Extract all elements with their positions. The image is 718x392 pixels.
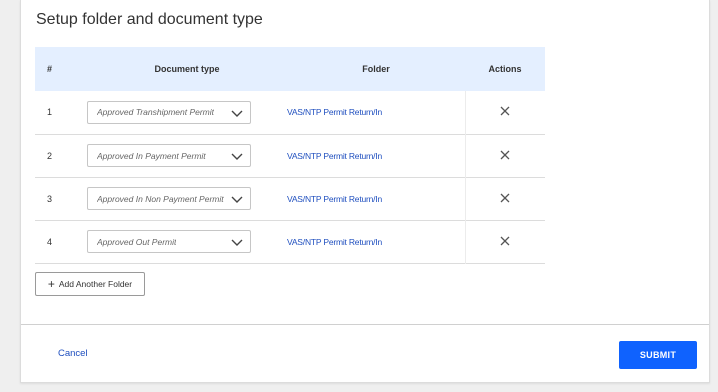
table-row: 1 Approved Transhipment Permit VAS/NTP P… xyxy=(35,91,545,134)
close-icon[interactable] xyxy=(500,193,510,203)
folder-link[interactable]: VAS/NTP Permit Return/In xyxy=(287,194,382,204)
document-type-select[interactable]: Approved In Payment Permit xyxy=(87,144,251,167)
header-folder: Folder xyxy=(362,64,390,74)
table-header-row: # Document type Folder Actions xyxy=(35,47,545,91)
folder-link[interactable]: VAS/NTP Permit Return/In xyxy=(287,237,382,247)
close-icon[interactable] xyxy=(500,236,510,246)
document-type-select[interactable]: Approved Out Permit xyxy=(87,230,251,253)
close-icon[interactable] xyxy=(500,106,510,116)
document-type-value: Approved Out Permit xyxy=(97,236,177,247)
document-type-value: Approved In Non Payment Permit xyxy=(97,193,224,204)
folder-link[interactable]: VAS/NTP Permit Return/In xyxy=(287,151,382,161)
folder-table: # Document type Folder Actions 1 Approve… xyxy=(35,47,545,264)
row-number: 4 xyxy=(47,236,53,247)
table-row: 4 Approved Out Permit VAS/NTP Permit Ret… xyxy=(35,220,545,263)
chevron-down-icon xyxy=(231,153,243,160)
footer-divider xyxy=(21,324,709,325)
document-type-select[interactable]: Approved In Non Payment Permit xyxy=(87,187,251,210)
add-folder-button[interactable]: + Add Another Folder xyxy=(35,272,145,296)
close-icon[interactable] xyxy=(500,150,510,160)
setup-card: Setup folder and document type # Documen… xyxy=(20,0,710,383)
table-row: 2 Approved In Payment Permit VAS/NTP Per… xyxy=(35,134,545,177)
chevron-down-icon xyxy=(231,239,243,246)
chevron-down-icon xyxy=(231,110,243,117)
cancel-button[interactable]: Cancel xyxy=(58,348,88,359)
plus-icon: + xyxy=(47,277,55,291)
add-folder-label: Add Another Folder xyxy=(58,279,133,289)
row-number: 1 xyxy=(47,107,53,118)
header-num: # xyxy=(47,64,53,74)
chevron-down-icon xyxy=(231,196,243,203)
submit-button[interactable]: SUBMIT xyxy=(619,341,697,369)
page-title: Setup folder and document type xyxy=(36,11,263,28)
folder-link[interactable]: VAS/NTP Permit Return/In xyxy=(287,107,382,117)
table-row: 3 Approved In Non Payment Permit VAS/NTP… xyxy=(35,177,545,220)
document-type-value: Approved Transhipment Permit xyxy=(97,107,215,118)
header-document-type: Document type xyxy=(154,64,220,74)
document-type-select[interactable]: Approved Transhipment Permit xyxy=(87,100,251,124)
header-actions: Actions xyxy=(488,64,522,74)
document-type-value: Approved In Payment Permit xyxy=(97,150,206,161)
row-number: 2 xyxy=(47,150,53,161)
row-number: 3 xyxy=(47,193,53,204)
